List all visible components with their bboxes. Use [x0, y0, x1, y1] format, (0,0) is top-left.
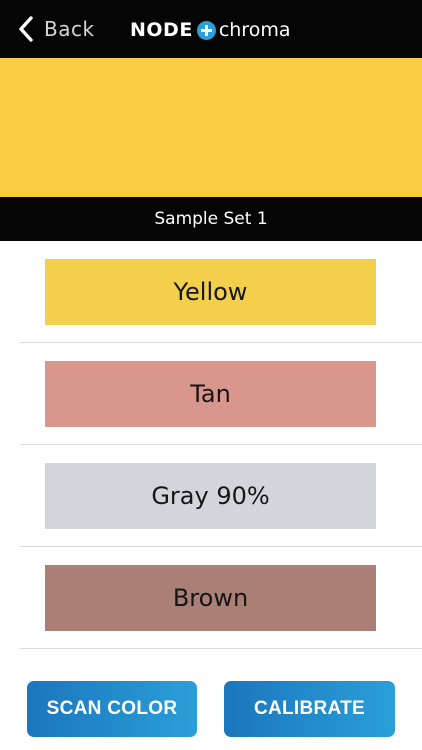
scan-color-button[interactable]: SCAN COLOR — [27, 681, 197, 737]
sample-set-title: Sample Set 1 — [0, 197, 422, 241]
logo-node-text: NODE — [130, 19, 193, 41]
navigation-bar: Back NODE chroma — [0, 0, 422, 58]
swatch-yellow[interactable]: Yellow — [45, 259, 376, 325]
back-label: Back — [44, 17, 95, 41]
list-item: Yellow — [0, 241, 422, 343]
chevron-left-icon — [18, 16, 34, 42]
swatch-tan[interactable]: Tan — [45, 361, 376, 427]
back-button[interactable]: Back — [18, 14, 95, 44]
app-logo: NODE chroma — [130, 17, 290, 43]
calibrate-button[interactable]: CALIBRATE — [224, 681, 395, 737]
list-item: Gray 90% — [0, 445, 422, 547]
swatch-list: Yellow Tan Gray 90% Brown — [0, 241, 422, 649]
color-preview — [0, 58, 422, 197]
plus-circle-icon — [196, 20, 216, 40]
list-item: Tan — [0, 343, 422, 445]
list-item: Brown — [0, 547, 422, 649]
swatch-brown[interactable]: Brown — [45, 565, 376, 631]
row-divider — [20, 648, 422, 649]
logo-chroma-text: chroma — [218, 19, 291, 41]
app-screen: Back NODE chroma Sample Set 1 Yellow Tan — [0, 0, 422, 750]
swatch-gray-90[interactable]: Gray 90% — [45, 463, 376, 529]
